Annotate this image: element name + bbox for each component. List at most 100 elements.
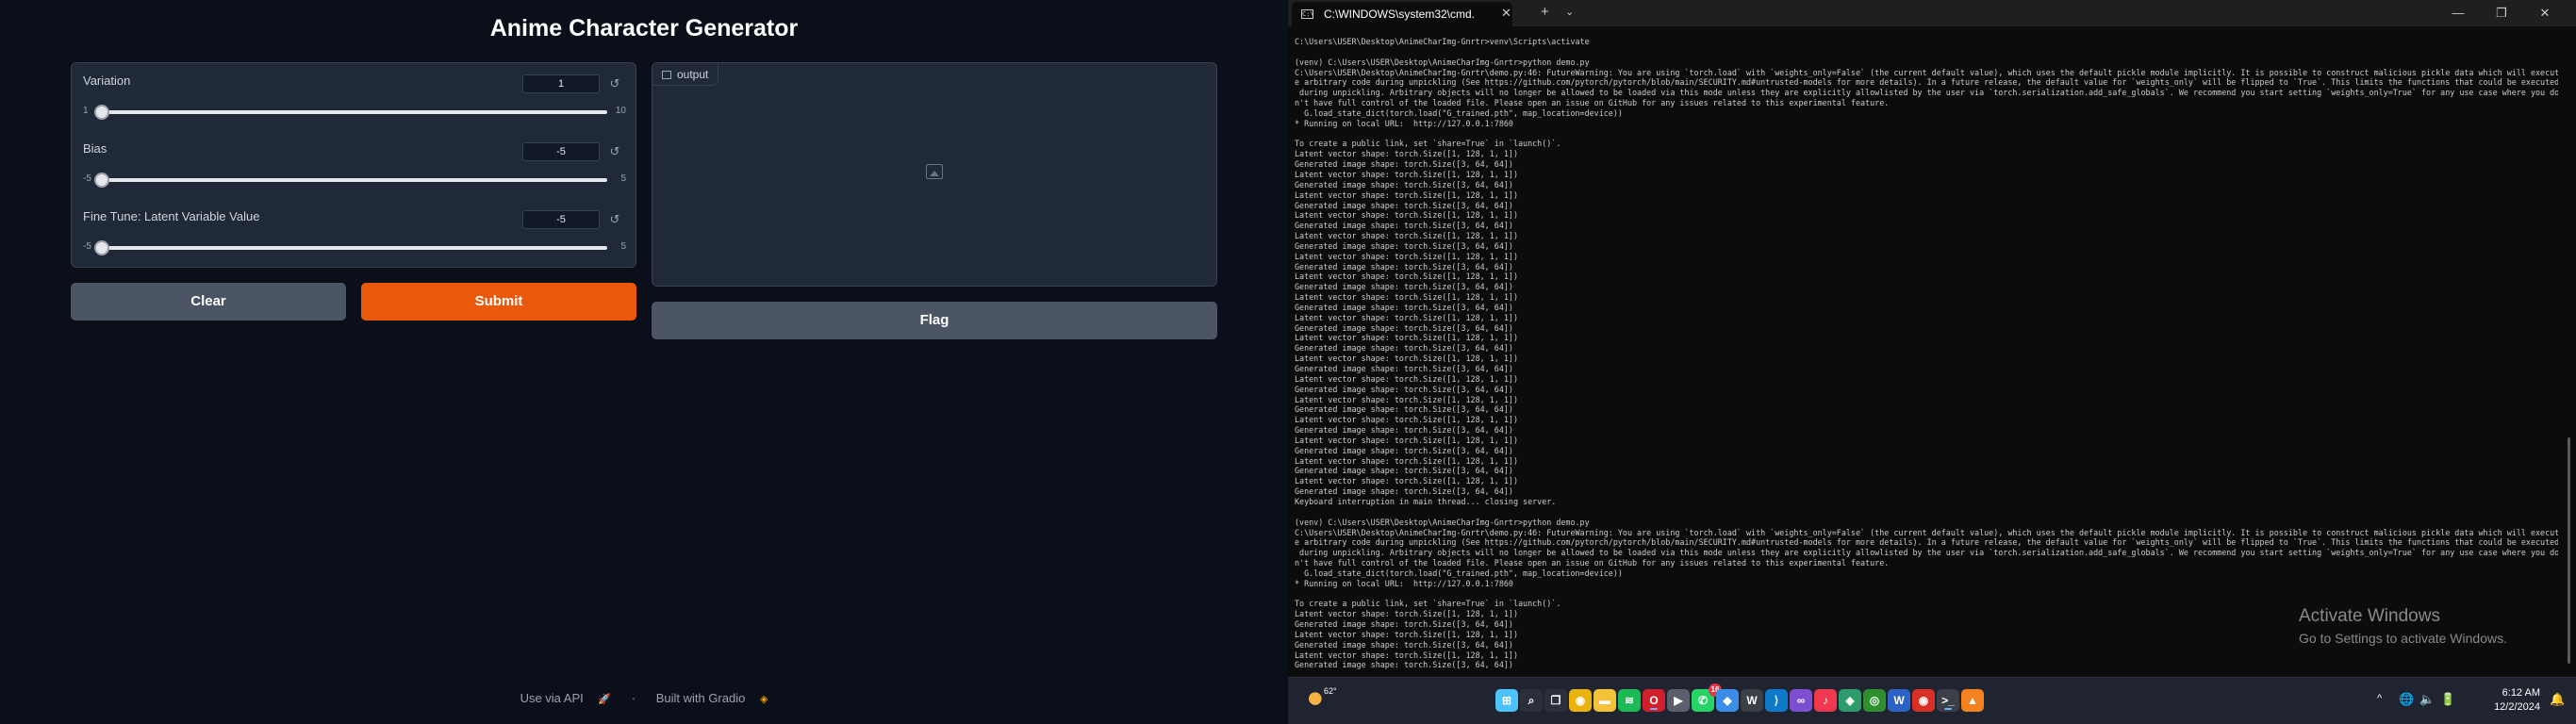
console-line: Latent vector shape: torch.Size([1, 128,… xyxy=(1295,272,1518,282)
music-app-icon[interactable]: ♪ xyxy=(1814,689,1837,712)
kite-glyph: ◆ xyxy=(1723,694,1732,707)
whatsapp-icon[interactable]: ✆ 16 xyxy=(1692,683,1722,712)
chrome-icon[interactable]: ◉ xyxy=(1569,689,1592,712)
built-with-gradio-link[interactable]: Built with Gradio ◈ xyxy=(651,691,774,705)
start-icon[interactable]: ⊞ xyxy=(1495,689,1518,712)
visual-studio-icon[interactable]: ∞ xyxy=(1790,689,1812,712)
scrollbar[interactable] xyxy=(2568,437,2570,664)
flag-button[interactable]: Flag xyxy=(652,302,1217,339)
reset-icon[interactable]: ↺ xyxy=(605,74,624,93)
task-view-icon[interactable]: ❐ xyxy=(1544,689,1567,712)
battery-icon[interactable]: 🔋 xyxy=(2440,692,2455,707)
slider-track[interactable] xyxy=(94,240,607,255)
watermark-title: Activate Windows xyxy=(2299,606,2440,626)
loop-app-icon[interactable]: ◎ xyxy=(1863,689,1886,712)
fine-tune-number-input[interactable]: -5 xyxy=(522,210,600,229)
console-line: C:\Users\USER\Desktop\AnimeCharImg-Gnrtr… xyxy=(1295,37,1590,46)
image-placeholder-icon xyxy=(926,164,943,179)
search-glyph: ⌕ xyxy=(1527,694,1535,707)
word-glyph: W xyxy=(1893,694,1905,707)
console-line: Generated image shape: torch.Size([3, 64… xyxy=(1295,261,1513,272)
tab-close-icon[interactable]: ✕ xyxy=(1501,6,1511,21)
kite-icon[interactable]: ◆ xyxy=(1716,689,1739,712)
submit-button[interactable]: Submit xyxy=(361,283,636,321)
console-line: Generated image shape: torch.Size([3, 64… xyxy=(1295,240,1513,251)
terminal-tab[interactable]: C:\ C:\WINDOWS\system32\cmd. ✕ xyxy=(1292,2,1512,26)
image-icon xyxy=(662,71,671,79)
spotify-glyph: ≋ xyxy=(1624,694,1635,707)
tab-dropdown-icon[interactable]: ⌄ xyxy=(1565,6,1574,18)
slider-min-label: -5 xyxy=(83,241,91,252)
task-view-glyph: ❐ xyxy=(1550,694,1561,707)
vscode-icon[interactable]: ⟩ xyxy=(1765,689,1788,712)
new-tab-button[interactable]: + xyxy=(1541,4,1549,20)
console-line: Generated image shape: torch.Size([3, 64… xyxy=(1295,200,1513,210)
console-line: Generated image shape: torch.Size([3, 64… xyxy=(1295,466,1513,476)
console-line: Keyboard interruption in main thread... … xyxy=(1295,496,1557,506)
clock-time: 6:12 AM xyxy=(2502,687,2540,699)
music-app-glyph: ♪ xyxy=(1823,694,1828,707)
search-icon[interactable]: ⌕ xyxy=(1520,689,1543,712)
network-icon[interactable]: 🌐 xyxy=(2399,692,2414,707)
rocket-icon: 🚀 xyxy=(598,694,612,705)
console-line: G.load_state_dict(torch.load("G_trained.… xyxy=(1295,107,1623,118)
slider-fine-tune: Fine Tune: Latent Variable Value -5 ↺ -5… xyxy=(72,199,637,267)
volume-icon[interactable]: 🔈 xyxy=(2419,692,2435,707)
clear-button[interactable]: Clear xyxy=(71,283,346,321)
terminal-titlebar: C:\ C:\WINDOWS\system32\cmd. ✕ + ⌄ — ❐ ✕ xyxy=(1288,0,2576,26)
console-line: Latent vector shape: torch.Size([1, 128,… xyxy=(1295,435,1518,445)
slider-track[interactable] xyxy=(94,173,607,188)
slider-track[interactable] xyxy=(94,105,607,120)
slider-max-label: 10 xyxy=(615,106,626,116)
use-via-api-link[interactable]: Use via API 🚀 xyxy=(515,691,618,705)
word-icon[interactable]: W xyxy=(1888,689,1910,712)
console-output[interactable]: C:\Users\USER\Desktop\AnimeCharImg-Gnrtr… xyxy=(1295,37,2558,670)
vlc-icon[interactable]: ▲ xyxy=(1961,689,1984,712)
app-glyph: ◈ xyxy=(1845,694,1855,707)
reset-icon[interactable]: ↺ xyxy=(605,210,624,229)
app-icon[interactable]: ◈ xyxy=(1839,689,1861,712)
slider-max-label: 5 xyxy=(620,173,626,184)
bias-number-input[interactable]: -5 xyxy=(522,142,600,161)
opera-icon[interactable]: O xyxy=(1643,689,1665,712)
slider-thumb[interactable] xyxy=(94,173,109,188)
console-line: C:\Users\USER\Desktop\AnimeCharImg-Gnrtr… xyxy=(1295,527,2558,537)
console-line: Latent vector shape: torch.Size([1, 128,… xyxy=(1295,455,1518,466)
weather-widget[interactable]: 62° xyxy=(1307,683,1363,719)
console-line: * Running on local URL: http://127.0.0.1… xyxy=(1295,118,1513,128)
reset-icon[interactable]: ↺ xyxy=(605,142,624,161)
file-explorer-icon[interactable]: ▬ xyxy=(1593,689,1616,712)
slider-thumb[interactable] xyxy=(94,240,109,255)
console-line: during unpickling. Arbitrary objects wil… xyxy=(1295,88,2558,98)
console-line: Latent vector shape: torch.Size([1, 128,… xyxy=(1295,292,1518,303)
active-indicator xyxy=(1944,708,1952,710)
maximize-button[interactable]: ❐ xyxy=(2480,3,2523,24)
app-title: Anime Character Generator xyxy=(489,15,799,41)
clock[interactable]: 6:12 AM 12/2/2024 xyxy=(2484,686,2540,715)
wordpress-icon[interactable]: W xyxy=(1741,689,1763,712)
variation-number-input[interactable]: 1 xyxy=(522,74,600,93)
console-line: Generated image shape: torch.Size([3, 64… xyxy=(1295,445,1513,455)
terminal-icon[interactable]: >_ xyxy=(1937,689,1959,712)
media-player-icon[interactable]: ▶ xyxy=(1667,689,1690,712)
slider-label: Bias xyxy=(83,141,107,156)
output-image-panel: output xyxy=(652,62,1217,287)
file-explorer-glyph: ▬ xyxy=(1599,694,1610,707)
tray-overflow-icon[interactable]: ^ xyxy=(2377,693,2382,704)
console-line: Latent vector shape: torch.Size([1, 128,… xyxy=(1295,149,1518,159)
console-line: Latent vector shape: torch.Size([1, 128,… xyxy=(1295,476,1518,486)
console-line: Latent vector shape: torch.Size([1, 128,… xyxy=(1295,354,1518,364)
footer-separator: · xyxy=(631,691,636,705)
minimize-button[interactable]: — xyxy=(2436,3,2480,24)
notification-icon[interactable]: 🔔 xyxy=(2550,692,2565,707)
output-label: output xyxy=(677,68,709,81)
slider-thumb[interactable] xyxy=(94,105,109,120)
console-line: Latent vector shape: torch.Size([1, 128,… xyxy=(1295,169,1518,179)
close-button[interactable]: ✕ xyxy=(2523,3,2567,24)
slider-max-label: 5 xyxy=(620,241,626,252)
chrome-alt-icon[interactable]: ◉ xyxy=(1912,689,1935,712)
console-line: Latent vector shape: torch.Size([1, 128,… xyxy=(1295,373,1518,384)
spotify-icon[interactable]: ≋ xyxy=(1618,689,1641,712)
console-line: * Running on local URL: http://127.0.0.1… xyxy=(1295,578,1513,588)
